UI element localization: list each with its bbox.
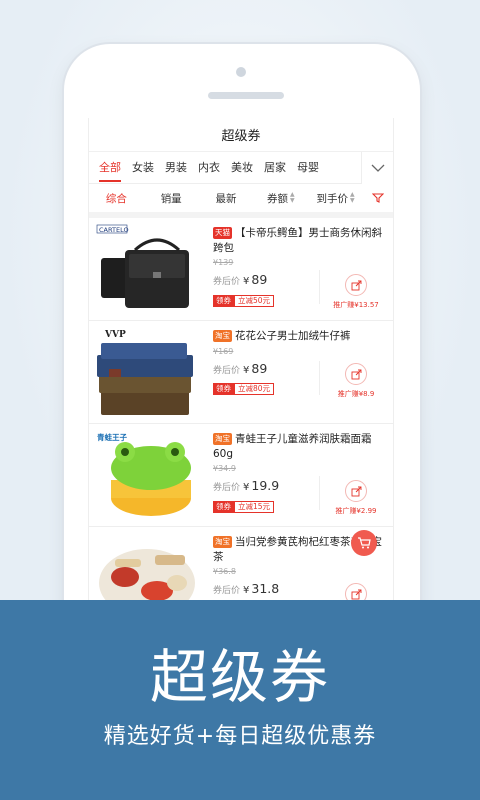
product-image-tea [95,531,199,600]
camera-dot [236,67,246,77]
tab-home[interactable]: 居家 [264,152,286,184]
product-title: 淘宝 花花公子男士加绒牛仔裤 [213,330,351,342]
after-coupon-price: 券后价 ¥19.9 [213,478,280,493]
original-price: ¥169 [213,347,234,356]
sort-newest[interactable]: 最新 [199,191,254,206]
original-price: ¥34.9 [213,464,236,473]
after-coupon-price: 券后价 ¥31.8 [213,581,280,596]
filter-icon[interactable] [363,193,393,203]
product-title: 淘宝 青蛙王子儿童滋养润肤霜面霜60g [213,433,372,460]
share-icon [345,274,367,296]
list-item[interactable]: VVP 淘宝 花花公子男士加绒牛仔裤 ¥169 券后价 ¥89 领券 立减80元 推广… [89,321,393,424]
divider [319,476,320,510]
sort-sales[interactable]: 销量 [144,191,199,206]
tab-underwear[interactable]: 内衣 [198,152,220,184]
original-price: ¥36.8 [213,567,236,576]
share-button[interactable]: 推广赚¥8.9 [327,363,385,399]
coupon-badge[interactable]: 领券 立减50元 [213,295,275,307]
share-icon [345,480,367,502]
speaker-slot [208,92,284,99]
banner-subtitle: 精选好货+每日超级优惠券 [103,724,377,749]
page-title: 超级券 [89,118,393,152]
taobao-badge: 淘宝 [213,433,232,445]
share-button[interactable] [327,583,385,600]
divider [319,361,320,395]
tab-women[interactable]: 女装 [132,152,154,184]
sort-arrows-icon: ▲ ▼ [350,191,355,204]
product-title: 天猫 【卡帝乐鳄鱼】男士商务休闲斜跨包 [213,227,382,254]
coupon-badge[interactable]: 领券 立减80元 [213,383,275,395]
share-button[interactable]: 推广赚¥2.99 [327,480,385,516]
coupon-badge[interactable]: 领券 立减15元 [213,501,275,513]
tab-baby[interactable]: 母婴 [297,152,319,184]
sort-arrows-icon: ▲ ▼ [289,191,295,204]
sort-coupon-amount[interactable]: 券额 ▲ ▼ [253,191,308,206]
tmall-badge: 天猫 [213,227,232,239]
share-icon [345,363,367,385]
tab-all[interactable]: 全部 [99,152,121,184]
tab-men[interactable]: 男装 [165,152,187,184]
after-coupon-price: 券后价 ¥89 [213,272,268,287]
product-image-cream: 青蛙王子 [95,428,199,522]
tab-beauty[interactable]: 美妆 [231,152,253,184]
list-item[interactable]: CARTELO 天猫 【卡帝乐鳄鱼】男士商务休闲斜跨包 ¥139 券后价 ¥89 领… [89,218,393,321]
taobao-badge: 淘宝 [213,330,232,342]
sort-bar: 综合 销量 最新 券额 ▲ ▼ 到手价 ▲ ▼ [89,184,393,218]
svg-text:CARTELO: CARTELO [99,226,129,234]
share-icon [345,583,367,600]
original-price: ¥139 [213,258,234,267]
sort-comprehensive[interactable]: 综合 [89,191,144,206]
after-coupon-price: 券后价 ¥89 [213,361,268,376]
sort-final-price[interactable]: 到手价 ▲ ▼ [308,191,363,206]
divider [319,270,320,304]
list-item[interactable]: 青蛙王子 淘宝 青蛙王子儿童滋养润肤霜面霜60g ¥34.9 券后价 ¥19.9 领… [89,424,393,527]
svg-text:VVP: VVP [104,330,126,340]
app-screen: 超级券 全部 女装 男装 内衣 美妆 居家 母婴 综合 销量 最新 券额 ▲ ▼ 到… [88,118,394,600]
share-button[interactable]: 推广赚¥13.57 [327,274,385,310]
category-tabs: 全部 女装 男装 内衣 美妆 居家 母婴 [89,152,393,184]
list-item[interactable]: 淘宝 当归党参黄芪枸杞红枣茶养生宝茶 ¥36.8 券后价 ¥31.8 [89,527,393,600]
svg-text:青蛙王子: 青蛙王子 [97,432,127,442]
product-image-jeans: VVP [95,325,199,419]
cart-icon[interactable] [351,530,377,556]
taobao-badge: 淘宝 [213,536,232,548]
product-image-bag: CARTELO [95,222,199,316]
chevron-down-icon[interactable] [361,152,393,184]
promo-banner: 超级券 精选好货+每日超级优惠券 [0,600,480,800]
banner-title: 超级券 [149,643,330,711]
